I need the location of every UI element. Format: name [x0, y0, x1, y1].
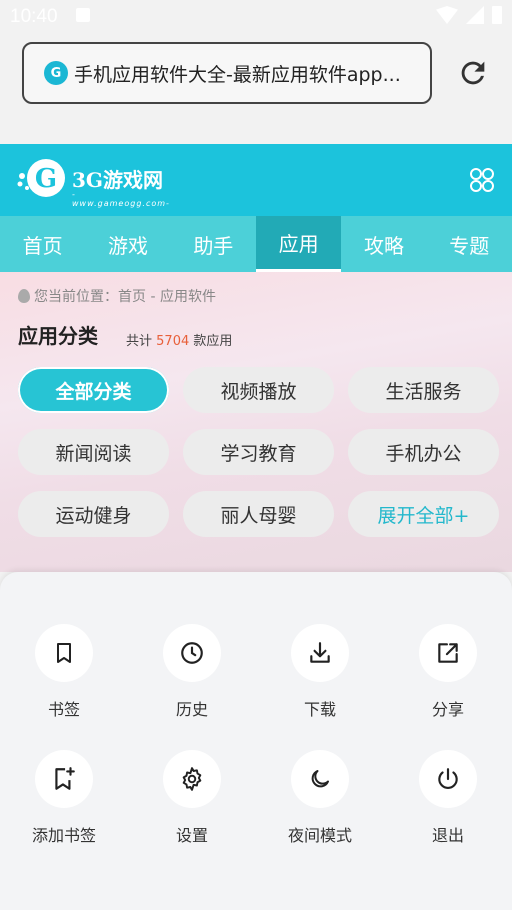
menu-settings[interactable]: 设置 — [128, 750, 256, 846]
chip-all[interactable]: 全部分类 — [18, 367, 169, 413]
menu-bookmarks[interactable]: 书签 — [0, 624, 128, 720]
count-prefix: 共计 — [126, 334, 153, 349]
tab-assistant[interactable]: 助手 — [171, 216, 256, 272]
category-title: 应用分类 — [18, 320, 118, 349]
chip-fitness[interactable]: 运动健身 — [18, 491, 169, 537]
grid-icon — [470, 168, 494, 192]
tab-home[interactable]: 首页 — [0, 216, 85, 272]
menu-label: 退出 — [431, 826, 464, 845]
bookmark-icon — [57, 643, 71, 663]
tab-topics[interactable]: 专题 — [427, 216, 512, 272]
chip-maternity[interactable]: 丽人母婴 — [183, 491, 334, 537]
add-bookmark-icon — [55, 767, 75, 790]
menu-label: 分享 — [431, 700, 464, 719]
count-value: 5704 — [156, 334, 190, 349]
signal-icon — [466, 6, 484, 24]
chip-expand-all[interactable]: 展开全部+ — [348, 491, 499, 537]
svg-text:G: G — [35, 164, 57, 194]
moon-icon — [311, 770, 329, 788]
menu-share[interactable]: 分享 — [384, 624, 512, 720]
battery-icon — [492, 6, 502, 24]
site-favicon-icon: G — [44, 61, 68, 85]
category-title-text: 应用分类 — [18, 324, 98, 348]
menu-add-bookmark[interactable]: 添加书签 — [0, 750, 128, 846]
wifi-icon — [436, 6, 458, 24]
power-icon — [438, 768, 458, 790]
brand-sub: -www.gameogg.com- — [72, 190, 170, 208]
menu-night-mode[interactable]: 夜间模式 — [256, 750, 384, 846]
browser-toolbar: G 手机应用软件大全-最新应用软件app... — [0, 32, 512, 144]
menu-history[interactable]: 历史 — [128, 624, 256, 720]
menu-grid-button[interactable] — [468, 166, 496, 194]
status-icons — [436, 6, 502, 24]
menu-label: 历史 — [175, 700, 208, 719]
address-bar[interactable]: G 手机应用软件大全-最新应用软件app... — [22, 42, 432, 104]
menu-download[interactable]: 下载 — [256, 624, 384, 720]
menu-label: 添加书签 — [31, 826, 96, 845]
menu-label: 夜间模式 — [287, 826, 352, 845]
tab-apps[interactable]: 应用 — [255, 216, 342, 272]
history-clock-icon — [181, 642, 203, 664]
refresh-button[interactable] — [456, 56, 490, 90]
category-chips: 全部分类 视频播放 生活服务 新闻阅读 学习教育 手机办公 运动健身 丽人母婴 … — [18, 367, 499, 537]
chip-office[interactable]: 手机办公 — [348, 429, 499, 475]
share-icon — [438, 643, 458, 663]
menu-label: 下载 — [303, 700, 336, 719]
chip-news[interactable]: 新闻阅读 — [18, 429, 169, 475]
chip-education[interactable]: 学习教育 — [183, 429, 334, 475]
browser-menu-sheet: 书签 历史 下载 分享 添加书签 设置 夜间模式 退出 — [0, 572, 512, 910]
menu-label: 书签 — [47, 700, 80, 719]
chip-video[interactable]: 视频播放 — [183, 367, 334, 413]
logo-mark-icon: G — [16, 156, 66, 200]
breadcrumb: 您当前位置：首页 - 应用软件 — [18, 286, 216, 306]
chip-life[interactable]: 生活服务 — [348, 367, 499, 413]
status-time: 10:40 — [10, 6, 58, 27]
app-count: 共计 5704 款应用 — [126, 330, 232, 349]
menu-exit[interactable]: 退出 — [384, 750, 512, 846]
url-text: 手机应用软件大全-最新应用软件app... — [74, 63, 401, 86]
site-logo[interactable]: G 3G游戏网 -www.gameogg.com- — [16, 156, 169, 208]
brand-name: 3G游戏网 — [72, 167, 163, 192]
menu-label: 设置 — [175, 826, 208, 845]
gear-icon — [182, 767, 202, 791]
tab-guides[interactable]: 攻略 — [341, 216, 426, 272]
location-pin-icon — [18, 289, 30, 303]
refresh-icon — [461, 61, 485, 85]
tab-games[interactable]: 游戏 — [85, 216, 170, 272]
sim-icon — [76, 8, 90, 22]
count-suffix: 款应用 — [193, 334, 233, 349]
site-header: G 3G游戏网 -www.gameogg.com- — [0, 144, 512, 216]
menu-grid: 书签 历史 下载 分享 添加书签 设置 夜间模式 退出 — [0, 624, 512, 846]
status-bar: 10:40 — [0, 0, 512, 32]
download-icon — [310, 642, 330, 663]
breadcrumb-text: 您当前位置：首页 - 应用软件 — [34, 289, 216, 305]
site-nav: 首页 游戏 助手 应用 攻略 专题 — [0, 216, 512, 272]
app-category-section: 您当前位置：首页 - 应用软件 应用分类 共计 5704 款应用 全部分类 视频… — [0, 272, 512, 572]
